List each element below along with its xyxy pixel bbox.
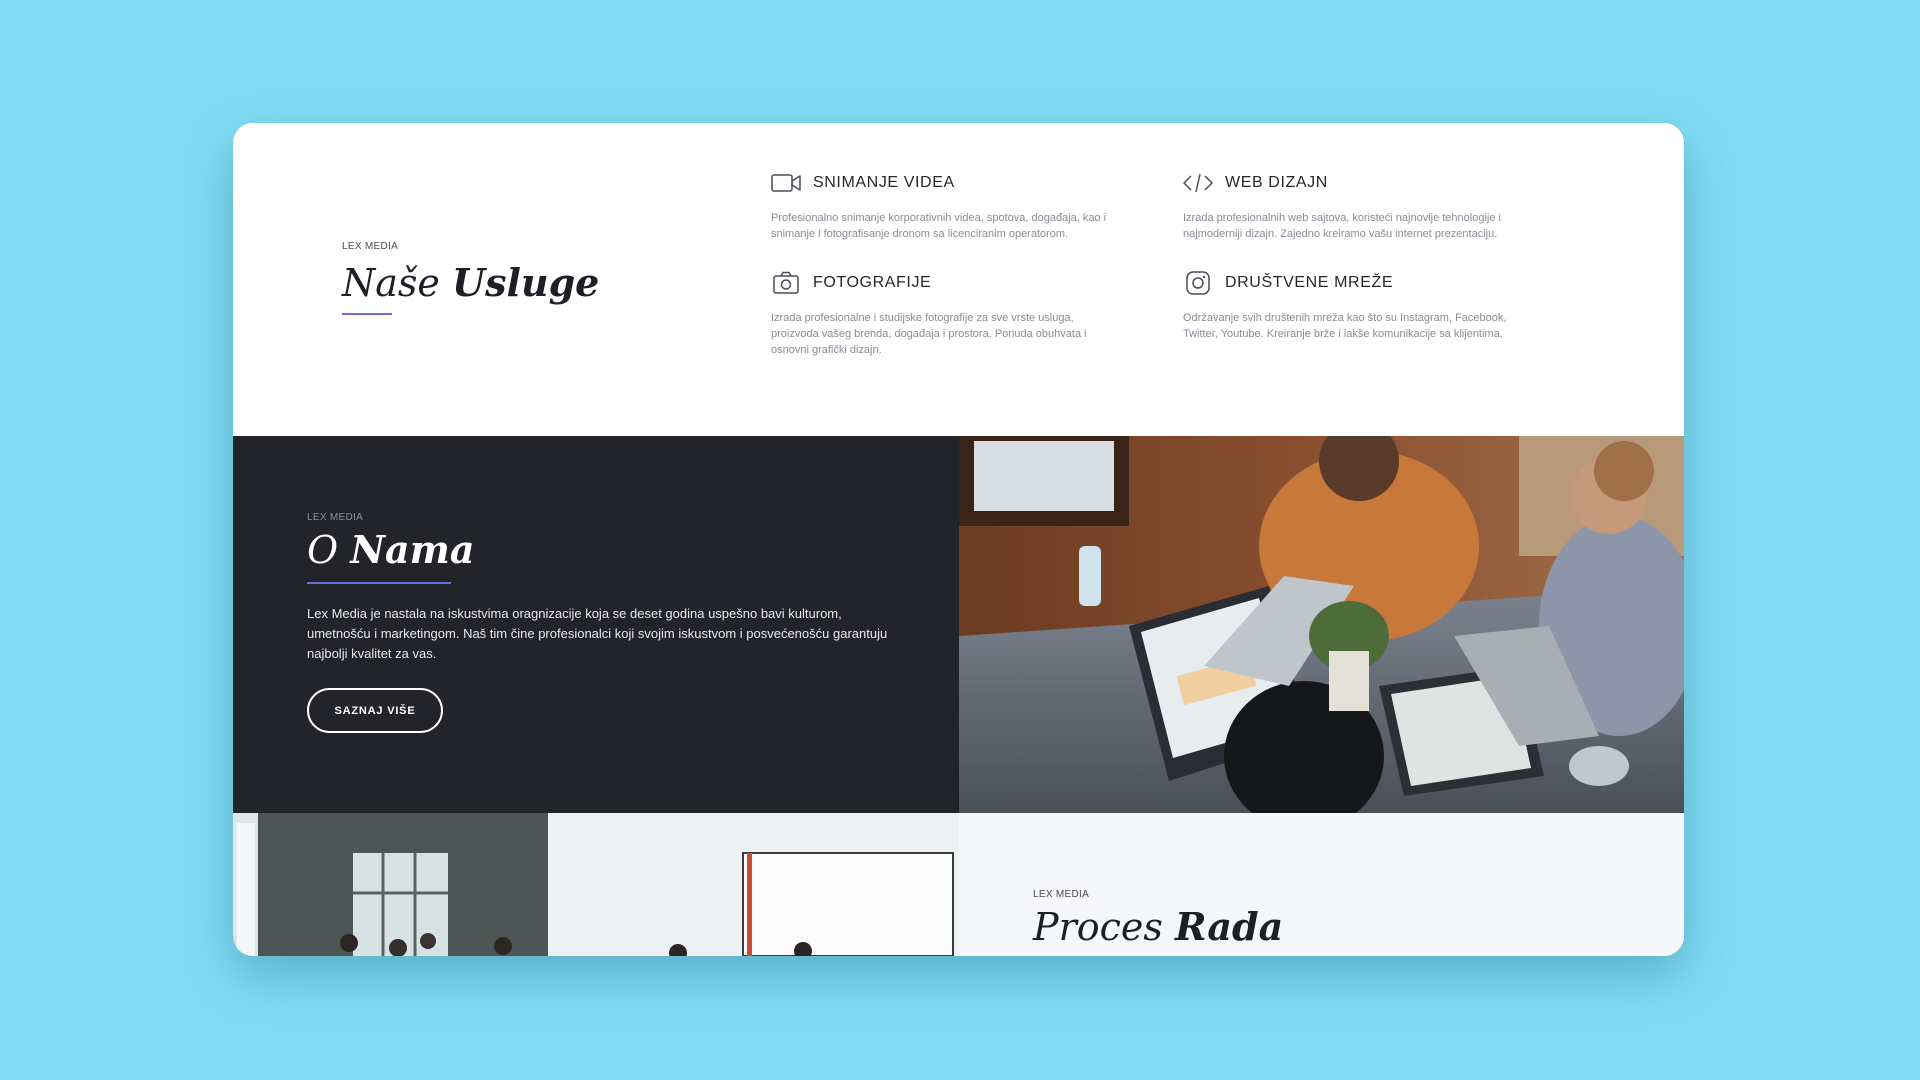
team-laptops-photo — [959, 436, 1684, 813]
video-camera-icon — [771, 170, 801, 196]
services-kicker: LEX MEDIA — [342, 241, 399, 252]
about-text: Lex Media je nastala na iskustvima oragn… — [307, 606, 888, 661]
services-heading-block: LEX MEDIA Naše Usluge — [342, 241, 599, 315]
page-card: LEX MEDIA Naše Usluge SNIMANJE VIDEA Pro… — [233, 123, 1684, 956]
process-title-light: Proces — [1033, 905, 1163, 949]
process-title-bold: Rada — [1174, 904, 1284, 949]
about-kicker: LEX MEDIA — [307, 512, 364, 523]
service-title: FOTOGRAFIJE — [813, 274, 932, 291]
meeting-room-photo — [233, 813, 959, 956]
camera-icon — [771, 270, 801, 296]
about-title-light: O — [307, 528, 339, 572]
services-title: Naše Usluge — [342, 260, 599, 305]
service-title: DRUŠTVENE MREŽE — [1225, 274, 1394, 291]
service-item-social: DRUŠTVENE MREŽE Održavanje svih društeni… — [1183, 270, 1543, 342]
service-description: Održavanje svih društenih mreža kao što … — [1183, 312, 1507, 340]
about-title-bold: Nama — [350, 527, 475, 572]
about-title-underline — [307, 582, 451, 584]
service-title: SNIMANJE VIDEA — [813, 174, 955, 191]
service-item-video: SNIMANJE VIDEA Profesionalno snimanje ko… — [771, 170, 1131, 242]
services-title-bold: Usluge — [452, 260, 600, 305]
process-kicker: LEX MEDIA — [1033, 889, 1090, 900]
service-item-web: WEB DIZAJN Izrada profesionalnih web saj… — [1183, 170, 1543, 242]
process-section: LEX MEDIA Proces Rada — [959, 813, 1684, 956]
code-icon — [1183, 170, 1213, 196]
process-title: Proces Rada — [1033, 904, 1283, 949]
services-section: LEX MEDIA Naše Usluge SNIMANJE VIDEA Pro… — [233, 123, 1684, 436]
services-title-underline — [342, 313, 392, 315]
service-description: Izrada profesionalne i studijske fotogra… — [771, 312, 1087, 356]
service-description: Profesionalno snimanje korporativnih vid… — [771, 212, 1107, 240]
about-section: LEX MEDIA O Nama Lex Media je nastala na… — [233, 436, 959, 813]
about-title: O Nama — [307, 527, 897, 572]
service-description: Izrada profesionalnih web sajtova, koris… — [1183, 212, 1501, 240]
learn-more-button[interactable]: SAZNAJ VIŠE — [307, 688, 443, 733]
services-title-light: Naše — [342, 261, 440, 305]
service-item-photo: FOTOGRAFIJE Izrada profesionalne i studi… — [771, 270, 1131, 358]
service-title: WEB DIZAJN — [1225, 174, 1328, 191]
instagram-icon — [1183, 270, 1213, 296]
